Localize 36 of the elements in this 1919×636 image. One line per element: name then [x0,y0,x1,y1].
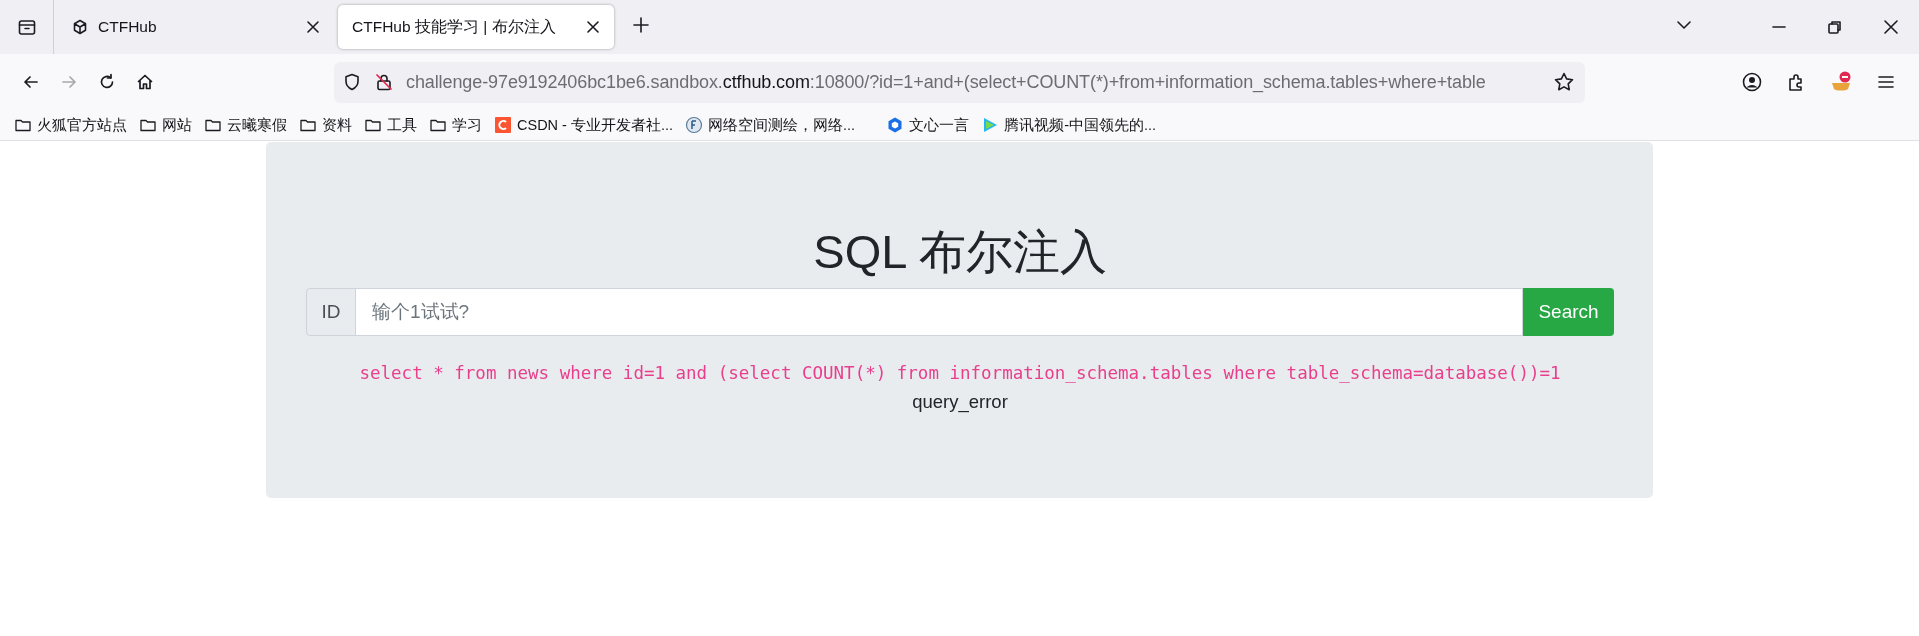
bookmark-item[interactable]: 工具 [364,115,417,135]
url-text: challenge-97e9192406bc1be6.sandbox.ctfhub.com:10800/?id=1+and+(select+COUNT(*)+from+information_schema.tables+where+table [406,71,1487,93]
tab-title: CTFHub 技能学习 | 布尔注入 [352,16,557,37]
home-icon [135,72,155,92]
close-icon[interactable] [586,20,600,34]
shield-icon[interactable] [342,72,362,92]
csdn-logo-icon [494,116,512,134]
address-bar[interactable]: challenge-97e9192406bc1be6.sandbox.ctfhub.com:10800/?id=1+and+(select+COUNT(*)+from+information_schema.tables+where+table [334,61,1585,103]
bookmark-item[interactable]: 文心一言 [886,115,970,135]
crossed-lock-icon[interactable] [374,72,394,92]
bookmark-item[interactable]: 火狐官方站点 [14,115,127,135]
result-text: query_error [912,391,1008,413]
bookmark-item[interactable]: 腾讯视频-中国领先的... [981,115,1157,135]
tab-title: CTFHub [98,18,158,36]
page-title: SQL 布尔注入 [813,224,1107,280]
plus-icon[interactable] [632,16,650,34]
close-icon[interactable] [1883,19,1899,35]
tab-list-icon[interactable] [16,17,37,37]
input-addon-label: ID [306,288,356,336]
bookmark-item[interactable]: 网站 [139,115,192,135]
bookmark-item[interactable]: 学习 [429,115,482,135]
cube-icon [72,19,88,35]
bookmark-item[interactable]: CSDN - 专业开发者社... [494,115,674,135]
browser-tab[interactable]: CTFHub [58,5,334,49]
restore-icon[interactable] [1827,19,1843,35]
star-icon[interactable] [1553,71,1575,93]
browser-tab[interactable]: CTFHub 技能学习 | 布尔注入 [338,5,614,49]
sql-query-text: select * from news where id=1 and (select COUNT(*) from information_schema.tables where table_schema=database())=1 [359,362,1561,385]
cube-icon [886,116,905,134]
close-icon[interactable] [306,20,320,34]
globe-icon [685,116,704,134]
id-input-field[interactable]: 输个1试试? [356,288,1523,336]
bookmark-item[interactable]: 资料 [299,115,352,135]
bookmark-item[interactable]: 网络空间测绘，网络... [685,115,856,135]
account-icon[interactable] [1741,71,1763,93]
bookmark-item[interactable]: 云曦寒假 [204,115,287,135]
